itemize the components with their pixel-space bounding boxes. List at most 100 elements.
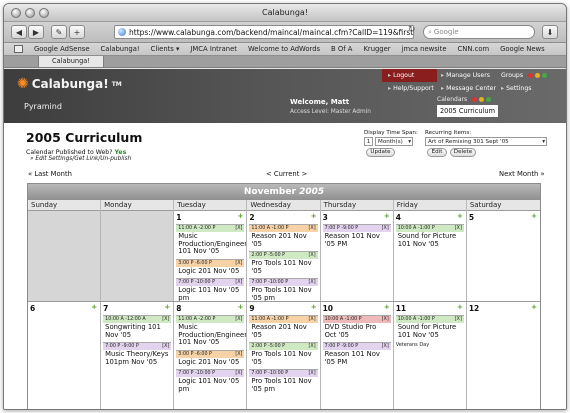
- event-title[interactable]: Pro Tools 101 Nov '05 pm: [249, 377, 317, 394]
- time-span-unit-select[interactable]: Month(s) ▾: [375, 137, 413, 146]
- bookmark-b-of-a[interactable]: B Of A: [331, 45, 352, 53]
- tab-calabunga[interactable]: Calabunga!: [38, 56, 104, 68]
- calendar-event[interactable]: 10:00 A -1:00 P [X] Sound for Picture 101 …: [395, 315, 464, 340]
- calendar-day-cell[interactable]: 5 +: [467, 211, 540, 301]
- next-month-link[interactable]: Next Month »: [499, 170, 545, 178]
- bookmark-cnn[interactable]: CNN.com: [458, 45, 490, 53]
- delete-recurring-button[interactable]: Delete: [450, 148, 476, 157]
- event-title[interactable]: Pro Tools 101 Nov '05 pm: [249, 286, 317, 301]
- event-title[interactable]: Songwriting 101 Nov '05: [103, 323, 171, 340]
- event-title[interactable]: Logic 201 Nov '05: [176, 267, 244, 277]
- delete-event-icon[interactable]: [X]: [455, 226, 462, 231]
- calendar-event[interactable]: 7:00 P -9:00 P [X] Reason 101 Nov '05 PM: [322, 342, 391, 367]
- calendar-event[interactable]: 11:00 A -1:00 P [X] Reason 201 Nov '05: [249, 224, 318, 249]
- address-bar[interactable]: https://www.calabunga.com/backend/mainca…: [114, 25, 414, 39]
- back-button[interactable]: ◀: [11, 25, 27, 39]
- calendar-day-cell[interactable]: 10 +10:00 A -1:00 P [X] DVD Studio Pro Oct …: [321, 302, 394, 409]
- event-title[interactable]: Reason 101 Nov '05 PM: [323, 350, 391, 367]
- delete-event-icon[interactable]: [X]: [235, 352, 242, 357]
- calendar-day-cell[interactable]: 8 +11:00 A -2:00 P [X] Music Production/Eng…: [174, 302, 248, 409]
- event-title[interactable]: Music Theory/Keys 101pm Nov '05: [103, 350, 171, 367]
- add-event-icon[interactable]: +: [311, 212, 317, 220]
- delete-event-icon[interactable]: [X]: [235, 280, 242, 285]
- help-support-link[interactable]: ▸ Help/Support: [388, 85, 434, 92]
- groups-link[interactable]: Groups: [501, 72, 548, 79]
- calendar-day-cell[interactable]: 12 +: [467, 302, 540, 409]
- forward-button[interactable]: ▶: [28, 25, 44, 39]
- calendar-event[interactable]: 11:00 A -1:00 P [X] Reason 201 Nov '05: [249, 315, 318, 340]
- delete-event-icon[interactable]: [X]: [235, 371, 242, 376]
- delete-event-icon[interactable]: [X]: [162, 317, 169, 322]
- recurring-items-select[interactable]: Art of Remixing 301 Sept '05 ▾: [425, 137, 547, 146]
- add-event-icon[interactable]: +: [91, 303, 97, 311]
- calendar-event[interactable]: 7:00 P -10:00 P [X] Pro Tools 101 Nov '05 …: [249, 278, 318, 301]
- calendar-event[interactable]: 7:00 P -10:00 P [X] Logic 101 Nov '05 pm: [176, 369, 245, 394]
- bookmark-google-adsense[interactable]: Google AdSense: [34, 45, 90, 53]
- bookmark-jmca-newsite[interactable]: jmca newsite: [402, 45, 447, 53]
- calendar-event[interactable]: 7:00 P -9:00 P [X] Reason 101 Nov '05 PM: [322, 224, 391, 249]
- bookmark-clients[interactable]: Clients ▾: [151, 45, 180, 53]
- calendar-day-cell[interactable]: 6 +: [28, 302, 102, 409]
- logout-link[interactable]: ▸ Logout: [388, 72, 414, 79]
- edit-button[interactable]: ✎: [51, 25, 67, 39]
- calabunga-logo[interactable]: ✺ Calabunga! TM: [17, 76, 122, 92]
- calendar-day-cell[interactable]: 1 +11:00 A -2:00 P [X] Music Production/Eng…: [174, 211, 248, 301]
- add-event-icon[interactable]: +: [164, 303, 170, 311]
- calendar-day-cell[interactable]: 4 +10:00 A -1:00 P [X] Sound for Picture 10…: [394, 211, 467, 301]
- calendar-event[interactable]: 10:00 A -1:00 P [X] Sound for Picture 101 …: [395, 224, 464, 249]
- calendar-event[interactable]: 2:00 P -5:00 P [X] Pro Tools 101 Nov '05: [249, 342, 318, 367]
- delete-event-icon[interactable]: [X]: [235, 226, 242, 231]
- delete-event-icon[interactable]: [X]: [455, 317, 462, 322]
- bookmark-calabunga[interactable]: Calabunga!: [101, 45, 140, 53]
- calendar-event[interactable]: 7:00 P -10:00 P [X] Logic 101 Nov '05 pm: [176, 278, 245, 301]
- event-title[interactable]: Sound for Picture 101 Nov '05: [396, 232, 464, 249]
- event-title[interactable]: DVD Studio Pro Oct '05: [323, 323, 391, 340]
- add-event-icon[interactable]: +: [311, 303, 317, 311]
- manage-users-link[interactable]: ▸ Manage Users: [441, 72, 490, 79]
- event-title[interactable]: Logic 101 Nov '05 pm: [176, 377, 244, 394]
- calendar-day-cell[interactable]: 7 +10:00 A -12:00 A [X] Songwriting 101 Nov…: [101, 302, 175, 409]
- add-event-icon[interactable]: +: [531, 212, 537, 220]
- calendar-event[interactable]: 3:00 P -6:00 P [X] Logic 201 Nov '05: [176, 258, 245, 277]
- add-event-icon[interactable]: +: [457, 212, 463, 220]
- delete-event-icon[interactable]: [X]: [309, 253, 316, 258]
- calendar-day-cell[interactable]: 2 +11:00 A -1:00 P [X] Reason 201 Nov '05 2:…: [247, 211, 321, 301]
- calendar-event[interactable]: 11:00 A -2:00 P [X] Music Production/Engin…: [176, 315, 246, 348]
- delete-event-icon[interactable]: [X]: [309, 371, 316, 376]
- bookmark-krugger[interactable]: Krugger: [363, 45, 390, 53]
- downloads-button[interactable]: ⬇: [542, 25, 558, 39]
- bookmark-jmca-intranet[interactable]: JMCA Intranet: [190, 45, 237, 53]
- add-event-icon[interactable]: +: [531, 303, 537, 311]
- event-title[interactable]: Reason 201 Nov '05: [249, 232, 317, 249]
- event-title[interactable]: Reason 101 Nov '05 PM: [323, 232, 391, 249]
- calendar-event[interactable]: 7:00 P -10:00 P [X] Pro Tools 101 Nov '05 …: [249, 369, 318, 394]
- reload-icon[interactable]: ↻: [408, 25, 416, 35]
- add-event-icon[interactable]: +: [238, 212, 244, 220]
- add-event-icon[interactable]: +: [384, 212, 390, 220]
- update-button[interactable]: Update: [366, 148, 395, 157]
- delete-event-icon[interactable]: [X]: [235, 261, 242, 266]
- time-span-number-input[interactable]: 1: [364, 137, 373, 146]
- search-input[interactable]: ⌕ Google: [423, 25, 535, 39]
- event-title[interactable]: Sound for Picture 101 Nov '05: [396, 323, 464, 340]
- calendar-event[interactable]: 2:00 P -5:00 P [X] Pro Tools 101 Nov '05: [249, 251, 318, 276]
- bookmark-button[interactable]: +: [69, 25, 85, 39]
- add-event-icon[interactable]: +: [457, 303, 463, 311]
- event-title[interactable]: Pro Tools 101 Nov '05: [249, 259, 317, 276]
- settings-link[interactable]: ▸ Settings: [501, 85, 532, 92]
- edit-settings-link[interactable]: » Edit Settings/Get Link/Un-publish: [30, 156, 131, 162]
- add-event-icon[interactable]: +: [384, 303, 390, 311]
- delete-event-icon[interactable]: [X]: [235, 317, 242, 322]
- calendar-event[interactable]: 10:00 A -12:00 A [X] Songwriting 101 Nov '…: [103, 315, 172, 340]
- current-calendar-tab[interactable]: 2005 Curriculum: [437, 105, 498, 117]
- delete-event-icon[interactable]: [X]: [309, 317, 316, 322]
- calendar-event[interactable]: 7:00 P -9:00 P [X] Music Theory/Keys 101pm…: [103, 342, 172, 367]
- delete-event-icon[interactable]: [X]: [382, 344, 389, 349]
- calendar-event[interactable]: 11:00 A -2:00 P [X] Music Production/Engin…: [176, 224, 246, 257]
- event-title[interactable]: Music Production/Engineering 101 Nov '05: [176, 232, 246, 257]
- edit-recurring-button[interactable]: Edit: [427, 148, 447, 157]
- last-month-link[interactable]: « Last Month: [28, 170, 72, 178]
- add-event-icon[interactable]: +: [238, 303, 244, 311]
- calendar-day-cell[interactable]: 9 +11:00 A -1:00 P [X] Reason 201 Nov '05 2:…: [247, 302, 321, 409]
- calendar-event[interactable]: 10:00 A -1:00 P [X] DVD Studio Pro Oct '05: [322, 315, 391, 340]
